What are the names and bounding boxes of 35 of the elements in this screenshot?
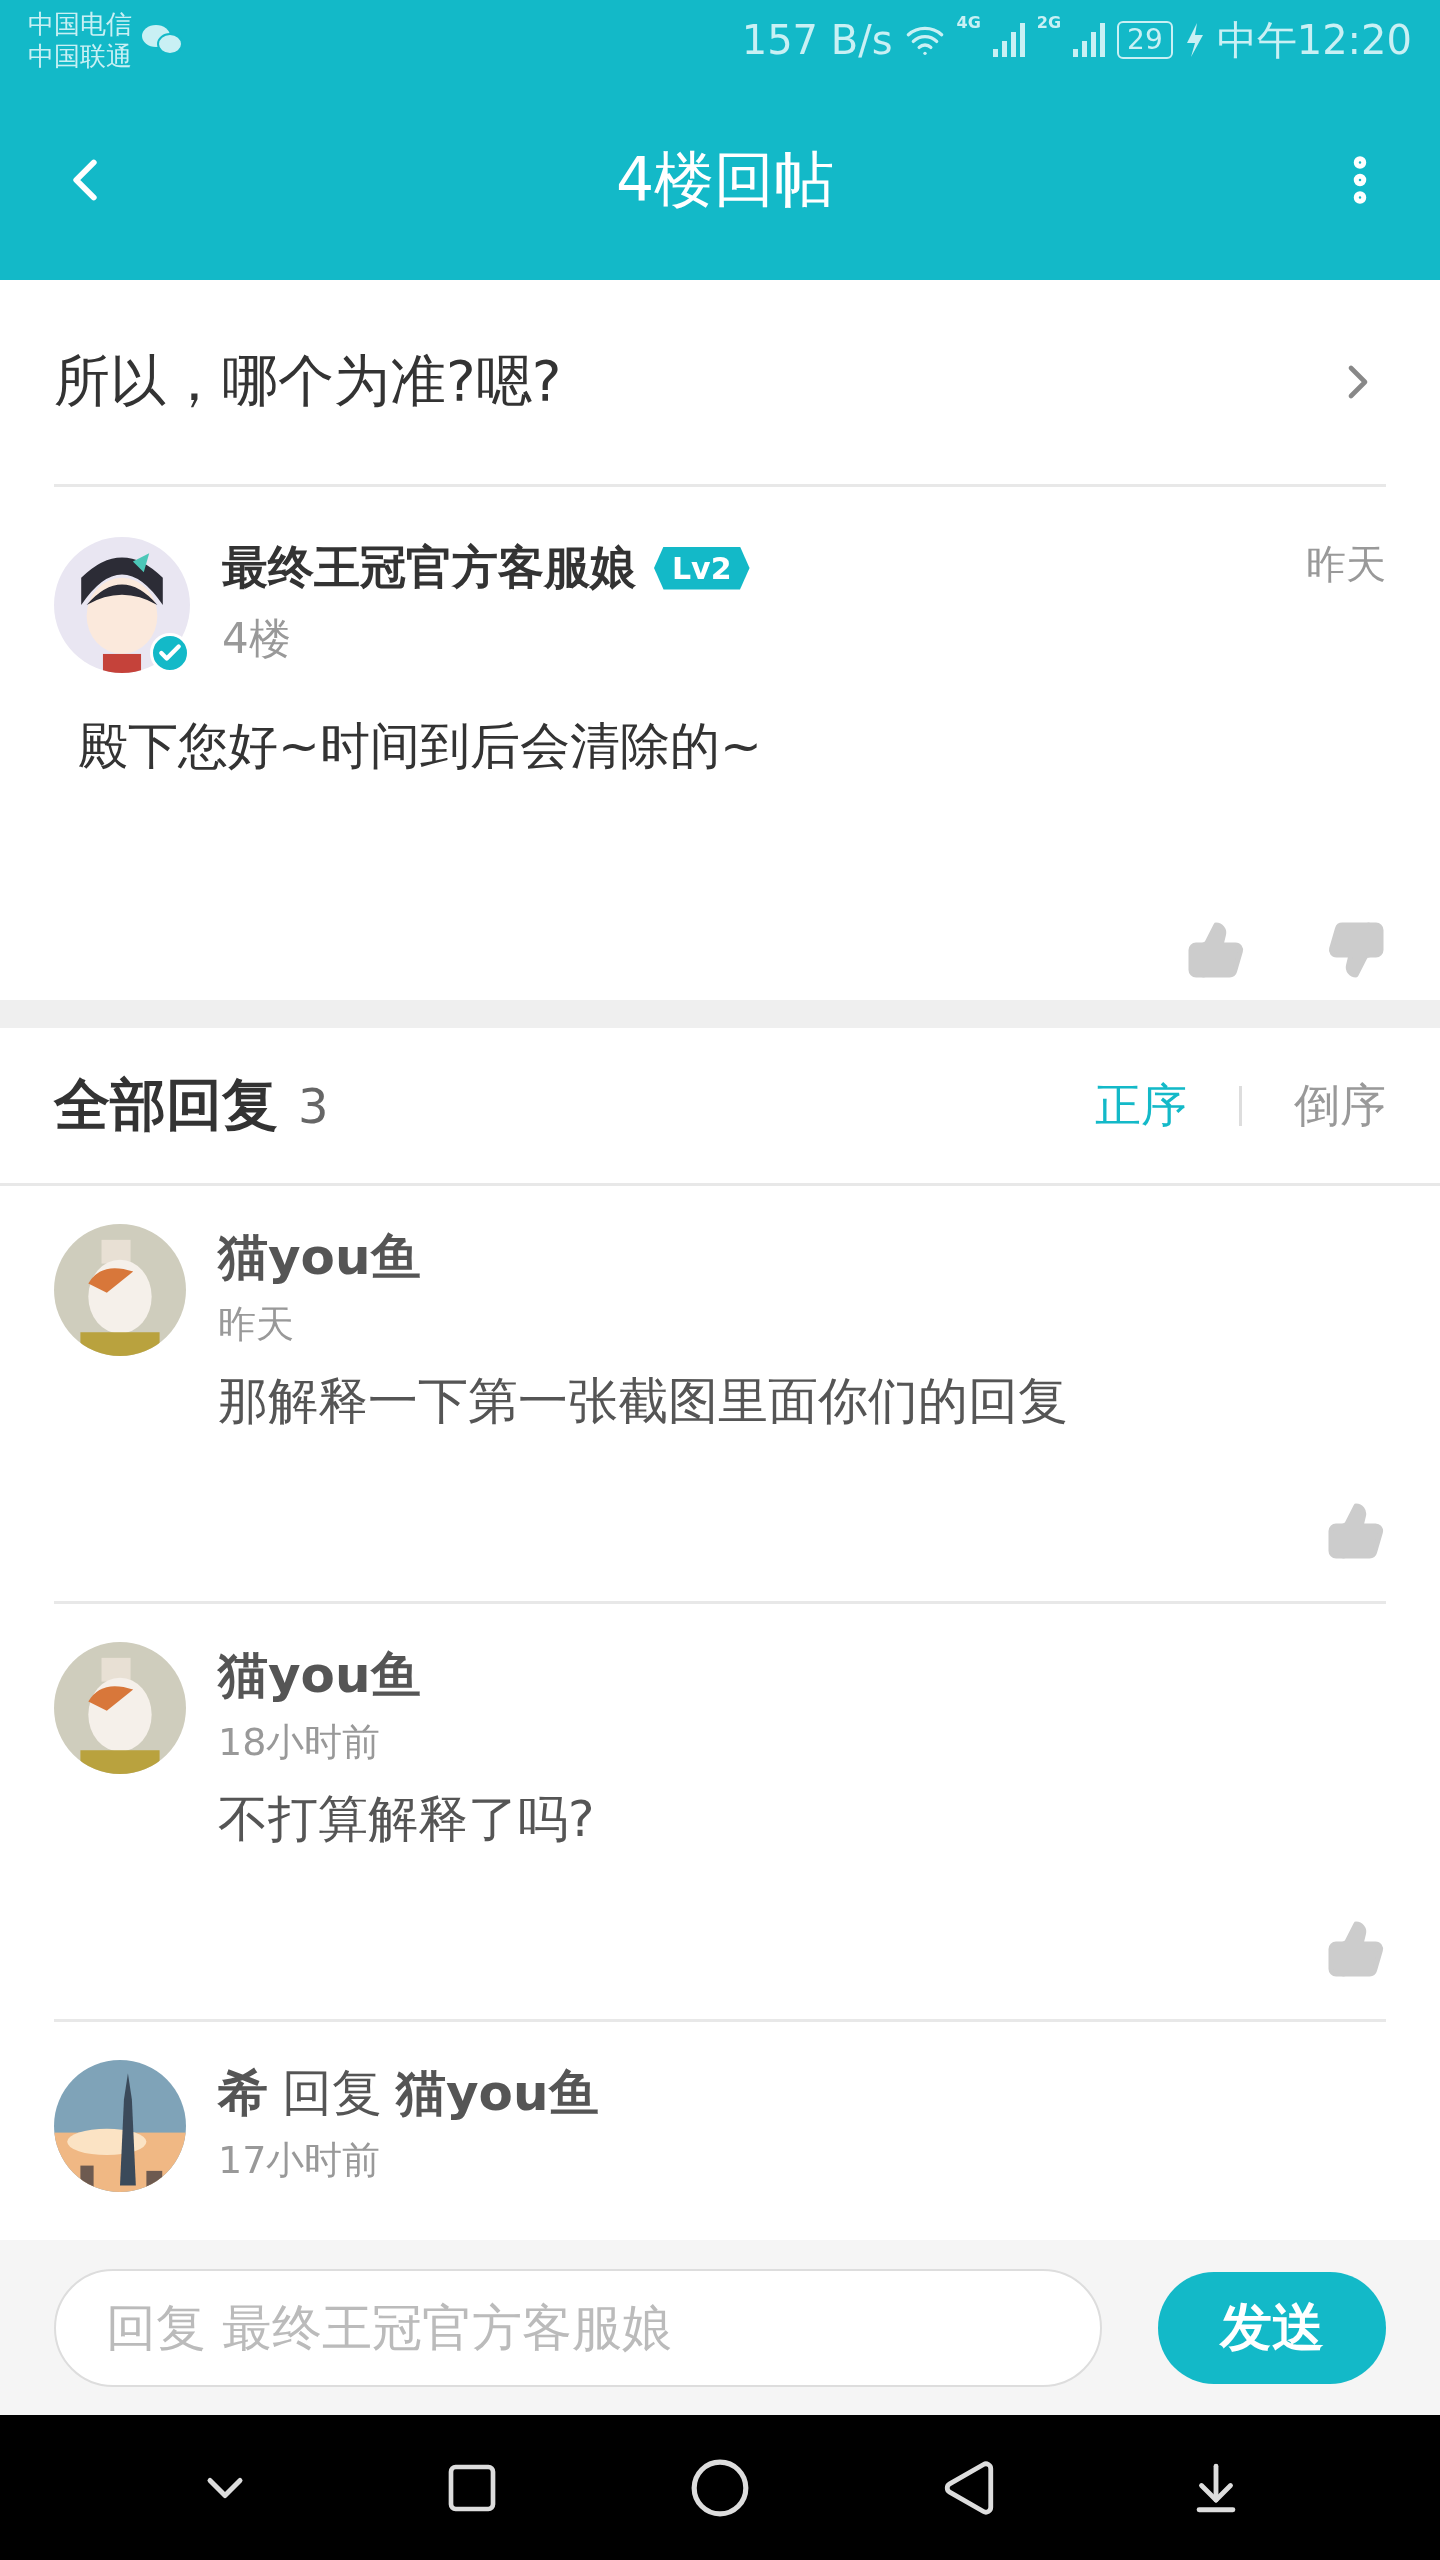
- signal-icon: [992, 23, 1025, 57]
- reply-input[interactable]: 回复 最终王冠官方客服娘: [54, 2268, 1102, 2387]
- reply-label: 回复: [282, 2063, 382, 2124]
- post-body: 殿下您好~时间到后会清除的~: [78, 716, 763, 777]
- commenter-name[interactable]: 希: [218, 2060, 268, 2127]
- carrier-name: 中国联通: [28, 40, 132, 72]
- network-type: 4G: [956, 12, 981, 32]
- thumbs-down-icon[interactable]: [1326, 920, 1386, 980]
- section-title: 全部回复: [54, 1070, 278, 1139]
- thumbs-up-icon[interactable]: [1186, 920, 1246, 980]
- clock: 中午12:20: [1216, 15, 1412, 65]
- reply-target-name[interactable]: 猫you鱼: [396, 2060, 599, 2127]
- charging-icon: [1184, 23, 1205, 57]
- page-title: 4楼回帖: [615, 142, 835, 216]
- comment-body: 那解释一下第一张截图里面你们的回复: [218, 1371, 1069, 1432]
- battery-level: 29: [1117, 21, 1173, 59]
- network-speed: 157 B/s: [741, 17, 893, 63]
- carrier-name: 中国电信: [28, 8, 132, 40]
- network-type: 2G: [1036, 12, 1062, 32]
- comment-time: 17小时前: [218, 2137, 382, 2184]
- level-badge: Lv2: [654, 546, 750, 590]
- author-name[interactable]: 最终王冠官方客服娘: [222, 537, 636, 599]
- thumbs-up-icon[interactable]: [1326, 1919, 1386, 1979]
- commenter-name[interactable]: 猫you鱼: [218, 1642, 421, 1709]
- reply-count: 3: [298, 1077, 330, 1134]
- commenter-name[interactable]: 猫you鱼: [218, 1224, 421, 1291]
- post-time: 昨天: [1306, 540, 1386, 589]
- floor-number: 4楼: [222, 613, 292, 665]
- thread-link[interactable]: 所以，哪个为准?嗯?: [54, 280, 1386, 487]
- signal-icon: [1073, 23, 1106, 57]
- comment-body: 不打算解释了吗?: [218, 1789, 596, 1850]
- thread-title: 所以，哪个为准?嗯?: [54, 347, 562, 415]
- comment-time: 昨天: [218, 1301, 295, 1348]
- thumbs-up-icon[interactable]: [1326, 1501, 1386, 1561]
- comment-time: 18小时前: [218, 1719, 382, 1766]
